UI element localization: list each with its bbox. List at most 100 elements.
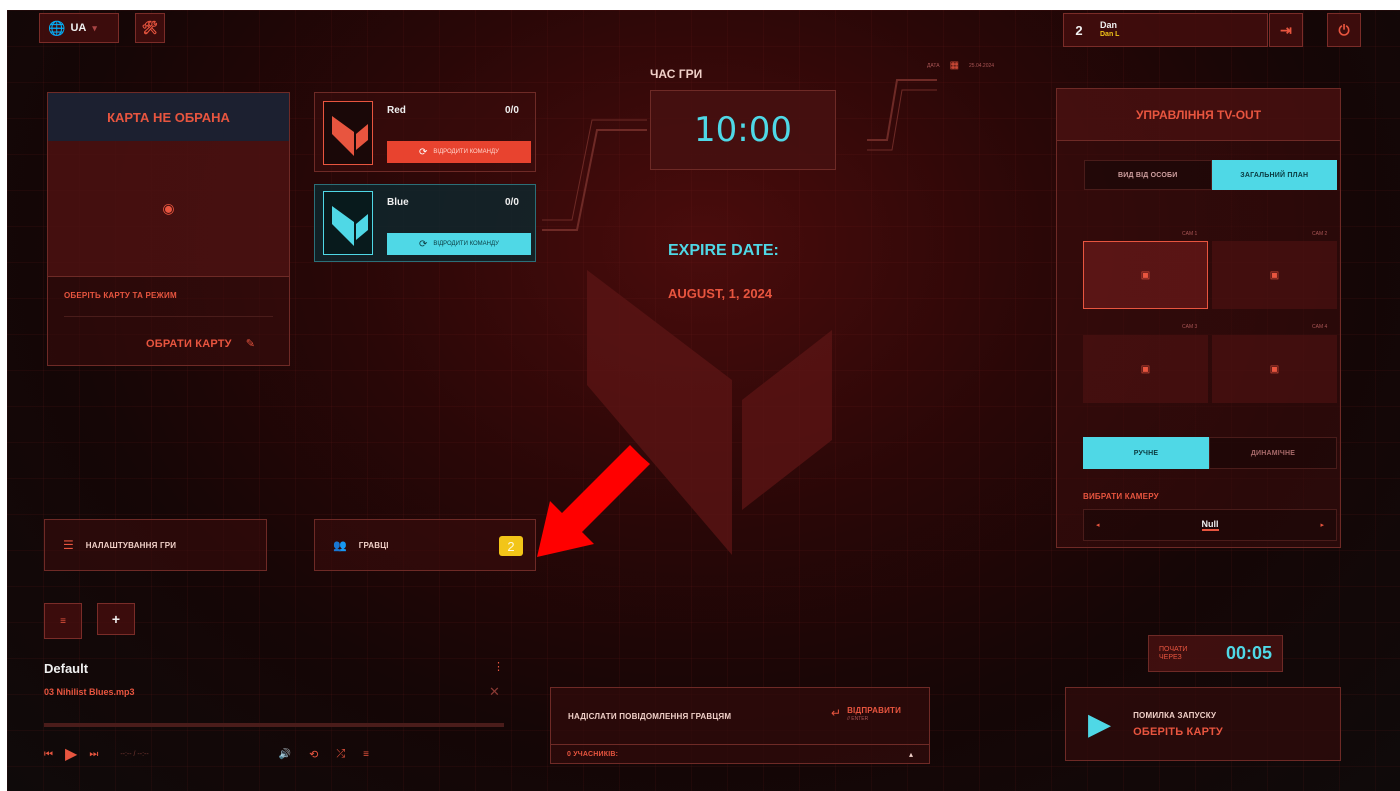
message-input[interactable]: НАДІСЛАТИ ПОВІДОМЛЕННЯ ГРАВЦЯМ [568,712,731,721]
play-icon[interactable]: ▶ [65,744,77,764]
revive-blue-button[interactable]: ⟳ ВІДРОДИТИ КОМАНДУ [387,233,531,255]
tvout-panel: УПРАВЛІННЯ TV-OUT ВИД ВІД ОСОБИ ЗАГАЛЬНИ… [1056,88,1341,548]
message-panel: НАДІСЛАТИ ПОВІДОМЛЕННЯ ГРАВЦЯМ ↵ ВІДПРАВ… [550,687,930,764]
power-button[interactable]: ⏻ [1327,13,1361,47]
user-sub: Dan L [1100,31,1120,38]
game-settings-button[interactable]: ☰ НАЛАШТУВАННЯ ГРИ [44,519,267,571]
logout-button[interactable]: ⇥ [1269,13,1303,47]
cam3-label: CAM 3 [1182,324,1198,330]
game-time-value: 10:00 [694,110,792,150]
start-game-button[interactable]: ▶ ПОМИЛКА ЗАПУСКУ ОБЕРІТЬ КАРТУ [1065,687,1341,761]
video-camera-icon: ▣ [1140,363,1151,375]
team-red-name: Red [387,105,406,116]
tools-button[interactable]: 🛠 [135,13,165,43]
close-icon[interactable]: ✕ [489,684,500,700]
players-button[interactable]: 👥 ГРАВЦІ 2 [314,519,536,571]
team-blue-name: Blue [387,197,409,208]
playlist-name: Default [44,661,89,676]
next-icon[interactable]: ⏭ [89,749,98,760]
send-label: ВІДПРАВИТИ [847,706,902,715]
team-blue-logo [323,191,373,255]
playlist-icon: ≡ [60,615,66,627]
sliders-icon: ☰ [63,538,74,552]
volume-icon[interactable]: 🔊 [279,749,291,760]
team-logo-icon [332,206,368,246]
selected-camera: Null [1201,519,1219,531]
tvout-title: УПРАВЛІННЯ TV-OUT [1135,107,1262,122]
video-camera-icon: ▣ [1269,363,1280,375]
players-count-badge: 2 [499,536,523,556]
mode-dynamic[interactable]: ДИНАМІЧНЕ [1209,437,1337,469]
mode-tabs: РУЧНЕ ДИНАМІЧНЕ [1083,437,1337,469]
annotation-arrow [537,445,650,557]
more-options-icon[interactable]: ⋮ [493,660,504,673]
participants-bar[interactable]: 0 УЧАСНИКІВ: ▴ [551,744,929,764]
mode-manual[interactable]: РУЧНЕ [1083,437,1209,469]
cam-2-tile[interactable]: ▣ [1212,241,1337,309]
chevron-down-icon: ▾ [92,22,97,33]
game-time-display[interactable]: 10:00 [650,90,836,170]
queue-icon[interactable]: ≡ [363,749,369,760]
cam-3-tile[interactable]: ▣ [1083,335,1208,403]
target-icon: ◉ [162,200,175,216]
revive-blue-label: ВІДРОДИТИ КОМАНДУ [433,241,499,247]
previous-icon[interactable]: ⏮ [44,749,53,760]
select-map-button[interactable]: ОБРАТИ КАРТУ ✎ [146,337,255,351]
chevron-right-icon[interactable]: ▸ [1320,521,1324,529]
select-camera-label: ВИБРАТИ КАМЕРУ [1083,492,1159,501]
app-screen: 🌐 UA ▾ 🛠 2 Dan Dan L ⇥ ⏻ КАРТА НЕ ОБРАНА… [7,10,1400,791]
countdown-value: 00:05 [1225,643,1272,663]
player-controls: ⏮ ▶ ⏭ --:-- / --:-- 🔊 ⟲ ⤮ ≡ [44,745,504,763]
cam2-label: CAM 2 [1312,231,1328,237]
select-map-label: ОБРАТИ КАРТУ [146,337,232,350]
chevron-left-icon[interactable]: ◂ [1096,521,1100,529]
start-error-hint: ОБЕРІТЬ КАРТУ [1133,725,1223,738]
wrench-icon: 🛠 [141,20,159,35]
revive-red-button[interactable]: ⟳ ВІДРОДИТИ КОМАНДУ [387,141,531,163]
team-red-logo [323,101,373,165]
cam4-label: CAM 4 [1312,324,1328,330]
video-camera-icon: ▣ [1140,269,1151,281]
globe-icon: 🌐 [48,19,66,36]
logout-icon: ⇥ [1280,21,1292,38]
pencil-icon: ✎ [245,338,255,350]
cam-1-tile[interactable]: ▣ [1083,241,1208,309]
map-panel-title: КАРТА НЕ ОБРАНА [107,109,230,125]
repeat-icon[interactable]: ⟲ [309,748,318,761]
plus-icon: + [111,611,121,627]
enter-icon: ↵ [831,706,842,720]
user-name: Dan [1100,20,1118,30]
team-blue-score: 0/0 [505,197,519,208]
countdown-label: ПОЧАТИ ЧЕРЕЗ [1159,645,1188,661]
power-icon: ⏻ [1338,21,1350,38]
player-count: 2 [1075,22,1083,38]
progress-bar[interactable] [44,723,504,727]
expire-label: EXPIRE DATE: [668,242,779,259]
cam-4-tile[interactable]: ▣ [1212,335,1337,403]
add-track-button[interactable]: + [97,603,135,635]
start-error-title: ПОМИЛКА ЗАПУСКУ [1133,710,1217,720]
date-display: ДАТА ▦ 25.04.2024 [927,60,994,71]
map-panel: КАРТА НЕ ОБРАНА ◉ ОБЕРІТЬ КАРТУ ТА РЕЖИМ… [47,92,290,366]
tab-first-person[interactable]: ВИД ВІД ОСОБИ [1084,160,1212,190]
playlist-button[interactable]: ≡ [44,603,82,639]
map-panel-header: КАРТА НЕ ОБРАНА [48,93,289,141]
revive-red-label: ВІДРОДИТИ КОМАНДУ [433,149,499,155]
map-preview[interactable]: ◉ [48,141,289,277]
date-value: 25.04.2024 [969,62,995,69]
user-panel[interactable]: 2 Dan Dan L [1063,13,1268,47]
camera-selector[interactable]: ◂ Null ▸ [1083,509,1337,541]
users-icon: 👥 [333,539,347,552]
team-card-red: Red 0/0 ⟳ ВІДРОДИТИ КОМАНДУ [314,92,536,172]
shuffle-icon[interactable]: ⤮ [336,748,345,761]
team-card-blue: Blue 0/0 ⟳ ВІДРОДИТИ КОМАНДУ [314,184,536,262]
refresh-icon: ⟳ [419,238,428,250]
language-code: UA [70,22,87,34]
send-button[interactable]: ↵ ВІДПРАВИТИ // ENTER [831,706,901,724]
date-label: ДАТА [927,62,940,69]
team-logo-icon [332,116,368,156]
calendar-icon: ▦ [949,60,960,71]
language-selector[interactable]: 🌐 UA ▾ [39,13,119,43]
tab-overview[interactable]: ЗАГАЛЬНИЙ ПЛАН [1211,160,1337,190]
video-camera-icon: ▣ [1269,269,1280,281]
